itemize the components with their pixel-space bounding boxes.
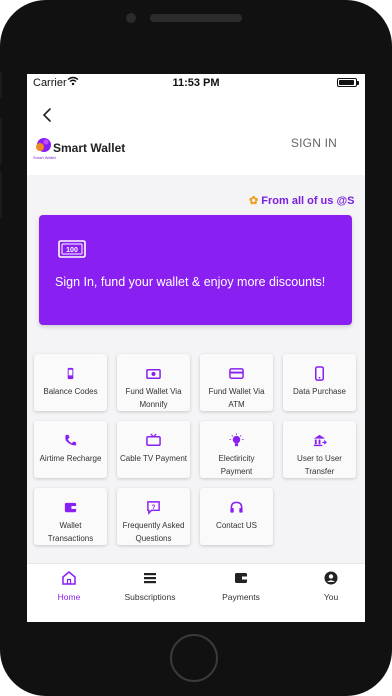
service-label: Fund Wallet Via Monnify bbox=[125, 387, 182, 409]
battery-tip bbox=[357, 81, 359, 85]
clock: 11:53 PM bbox=[172, 77, 220, 89]
brand-name: Smart Wallet bbox=[53, 141, 126, 155]
card-icon bbox=[229, 368, 244, 379]
bulb-icon bbox=[229, 433, 244, 447]
headset-icon bbox=[230, 501, 243, 513]
service-user-transfer[interactable]: User to User Transfer bbox=[283, 421, 356, 478]
volume-up-button bbox=[0, 118, 2, 164]
service-data-purchase[interactable]: Data Purchase bbox=[283, 354, 356, 411]
service-airtime-recharge[interactable]: Airtime Recharge bbox=[34, 421, 107, 478]
sign-in-button[interactable]: SIGN IN bbox=[291, 136, 337, 150]
smartphone-icon bbox=[315, 366, 324, 381]
service-label: Balance Codes bbox=[43, 387, 98, 396]
tv-icon bbox=[146, 433, 161, 446]
service-label: User to User Transfer bbox=[297, 454, 342, 476]
service-label: Contact US bbox=[216, 521, 257, 530]
bottom-tab-bar: Home Subscriptions Payments You bbox=[27, 563, 365, 622]
service-label: Wallet Transactions bbox=[47, 521, 94, 543]
service-label: Data Purchase bbox=[293, 387, 346, 396]
flower-icon: ✿ bbox=[249, 195, 259, 207]
wallet-icon bbox=[235, 573, 247, 583]
logo-subtext: Smart Wallet bbox=[33, 155, 56, 160]
tab-label: Subscriptions bbox=[124, 592, 176, 602]
user-icon bbox=[324, 571, 338, 585]
svg-text:?: ? bbox=[152, 504, 156, 511]
speaker-grille bbox=[150, 14, 242, 22]
service-label: Fund Wallet Via ATM bbox=[208, 387, 265, 409]
service-electricity[interactable]: Electiricity Payment bbox=[200, 421, 273, 478]
banner-message: Sign In, fund your wallet & enjoy more d… bbox=[55, 275, 326, 289]
phone-icon bbox=[67, 367, 74, 380]
service-label: Electiricity Payment bbox=[218, 454, 255, 476]
phone-call-icon bbox=[65, 434, 77, 446]
cash-note-icon: 100 bbox=[58, 240, 86, 258]
service-label: Airtime Recharge bbox=[39, 454, 102, 463]
money-icon bbox=[146, 369, 161, 379]
mute-switch bbox=[0, 72, 2, 98]
help-icon: ? bbox=[147, 501, 160, 515]
tab-subscriptions[interactable]: Subscriptions bbox=[108, 564, 192, 622]
tab-you[interactable]: You bbox=[289, 564, 365, 622]
service-cable-tv[interactable]: Cable TV Payment bbox=[117, 421, 190, 478]
service-balance-codes[interactable]: Balance Codes bbox=[34, 354, 107, 411]
marquee-text: From all of us @S bbox=[261, 195, 355, 207]
service-label: Cable TV Payment bbox=[120, 454, 187, 463]
tab-home[interactable]: Home bbox=[27, 564, 111, 622]
app-header: Smart Wallet Smart Wallet SIGN IN bbox=[27, 92, 365, 175]
service-fund-wallet-monnify[interactable]: Fund Wallet Via Monnify bbox=[117, 354, 190, 411]
app-screen: Carrier 11:53 PM Smart Wallet Smart Wall… bbox=[27, 74, 365, 622]
phone-frame: Carrier 11:53 PM Smart Wallet Smart Wall… bbox=[0, 0, 392, 696]
front-camera bbox=[126, 13, 136, 23]
wallet-icon bbox=[64, 502, 77, 513]
announcement-marquee: ✿ From all of us @S bbox=[249, 194, 365, 207]
tab-payments[interactable]: Payments bbox=[199, 564, 283, 622]
list-icon bbox=[144, 573, 156, 584]
transfer-icon bbox=[313, 434, 327, 447]
tab-label: Home bbox=[57, 592, 81, 602]
battery-icon bbox=[337, 78, 357, 87]
svg-text:100: 100 bbox=[66, 247, 78, 254]
status-bar: Carrier 11:53 PM bbox=[27, 74, 365, 92]
tab-label: Payments bbox=[222, 592, 260, 602]
service-label: Frequently Asked Questions bbox=[122, 521, 185, 543]
service-contact-us[interactable]: Contact US bbox=[200, 488, 273, 545]
service-fund-wallet-atm[interactable]: Fund Wallet Via ATM bbox=[200, 354, 273, 411]
chevron-left-icon[interactable] bbox=[39, 106, 57, 124]
service-faq[interactable]: ? Frequently Asked Questions bbox=[117, 488, 190, 545]
promo-banner[interactable]: 100 Sign In, fund your wallet & enjoy mo… bbox=[39, 215, 352, 325]
home-icon bbox=[62, 571, 76, 585]
volume-down-button bbox=[0, 172, 2, 218]
service-wallet-transactions[interactable]: Wallet Transactions bbox=[34, 488, 107, 545]
home-button[interactable] bbox=[170, 634, 218, 682]
tab-label: You bbox=[323, 592, 339, 602]
